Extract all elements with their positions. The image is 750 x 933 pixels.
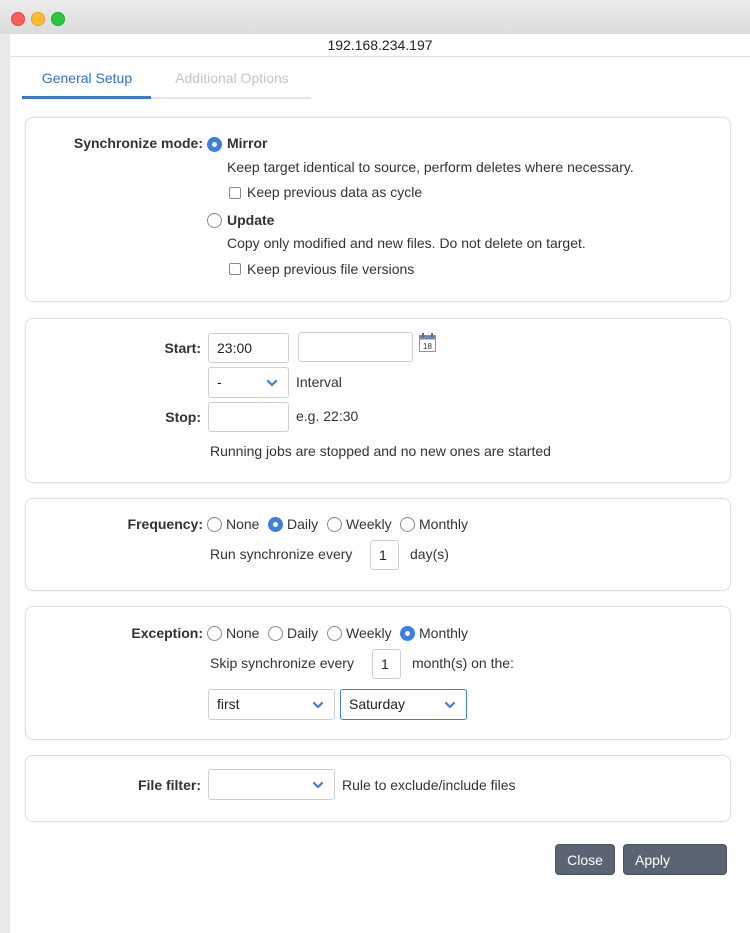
tab-bar: General Setup Additional Options xyxy=(22,64,312,100)
active-tab-indicator xyxy=(22,96,151,99)
exception-monthly-radio[interactable] xyxy=(400,626,415,641)
run-every-suffix: day(s) xyxy=(410,546,449,562)
close-button[interactable]: Close xyxy=(555,844,615,875)
update-radio[interactable] xyxy=(207,213,222,228)
exception-daily-radio[interactable] xyxy=(268,626,283,641)
keep-previous-versions-label: Keep previous file versions xyxy=(247,261,415,277)
title-bar xyxy=(0,0,750,35)
weekday-select[interactable]: Saturday xyxy=(340,689,467,720)
tab-divider xyxy=(151,97,311,99)
zoom-window-icon[interactable] xyxy=(51,12,65,26)
exception-none-radio[interactable] xyxy=(207,626,222,641)
run-every-prefix: Run synchronize every xyxy=(210,546,353,562)
exception-weekly-label: Weekly xyxy=(346,625,392,641)
file-filter-label: File filter: xyxy=(137,777,201,793)
mirror-label: Mirror xyxy=(227,135,268,151)
mirror-radio[interactable] xyxy=(207,137,222,152)
close-window-icon[interactable] xyxy=(11,12,25,26)
chevron-down-icon xyxy=(312,701,324,709)
skip-every-input[interactable]: 1 xyxy=(372,649,401,679)
weekday-value: Saturday xyxy=(349,696,406,712)
exception-weekly-radio[interactable] xyxy=(327,626,342,641)
frequency-weekly-label: Weekly xyxy=(346,516,392,532)
week-ordinal-select[interactable]: first xyxy=(208,689,335,720)
keep-previous-versions-checkbox[interactable] xyxy=(229,263,241,275)
calendar-icon[interactable]: 18 xyxy=(419,333,436,352)
frequency-none-radio[interactable] xyxy=(207,517,222,532)
minimize-window-icon[interactable] xyxy=(31,12,45,26)
frequency-none-label: None xyxy=(226,516,260,532)
interval-select[interactable]: - xyxy=(208,367,289,398)
stop-hint: e.g. 22:30 xyxy=(296,408,359,424)
start-label: Start: xyxy=(164,340,201,356)
run-every-input[interactable]: 1 xyxy=(370,540,399,570)
interval-value: - xyxy=(217,374,222,390)
file-filter-select[interactable] xyxy=(208,769,335,800)
frequency-daily-label: Daily xyxy=(287,516,319,532)
chevron-down-icon xyxy=(312,781,324,789)
chevron-down-icon xyxy=(266,379,278,387)
file-filter-description: Rule to exclude/include files xyxy=(342,777,516,793)
exception-label: Exception: xyxy=(131,625,203,641)
tab-general-setup[interactable]: General Setup xyxy=(22,64,152,98)
frequency-daily-radio[interactable] xyxy=(268,517,283,532)
exception-none-label: None xyxy=(226,625,260,641)
keep-previous-data-checkbox[interactable] xyxy=(229,187,241,199)
stop-note: Running jobs are stopped and no new ones… xyxy=(210,443,551,459)
week-ordinal-value: first xyxy=(217,696,240,712)
frequency-monthly-label: Monthly xyxy=(419,516,469,532)
frequency-weekly-radio[interactable] xyxy=(327,517,342,532)
frequency-monthly-radio[interactable] xyxy=(400,517,415,532)
apply-button[interactable]: Apply xyxy=(623,844,727,875)
exception-monthly-label: Monthly xyxy=(419,625,469,641)
stop-time-input[interactable] xyxy=(208,402,289,432)
address-bar: 192.168.234.197 xyxy=(10,34,750,57)
calendar-day-text: 18 xyxy=(423,342,432,351)
frequency-label: Frequency: xyxy=(127,516,203,532)
mirror-description: Keep target identical to source, perform… xyxy=(227,159,634,175)
keep-previous-data-label: Keep previous data as cycle xyxy=(247,184,423,200)
start-time-input[interactable]: 23:00 xyxy=(208,333,289,363)
skip-every-prefix: Skip synchronize every xyxy=(210,655,354,671)
start-date-input[interactable] xyxy=(298,332,413,362)
interval-label: Interval xyxy=(296,374,342,390)
skip-every-suffix: month(s) on the: xyxy=(412,655,514,671)
stop-label: Stop: xyxy=(165,409,201,425)
update-label: Update xyxy=(227,212,275,228)
tab-additional-options[interactable]: Additional Options xyxy=(152,64,312,98)
chevron-down-icon xyxy=(444,701,456,709)
update-description: Copy only modified and new files. Do not… xyxy=(227,235,586,251)
sync-mode-label: Synchronize mode: xyxy=(73,135,203,151)
exception-daily-label: Daily xyxy=(287,625,319,641)
